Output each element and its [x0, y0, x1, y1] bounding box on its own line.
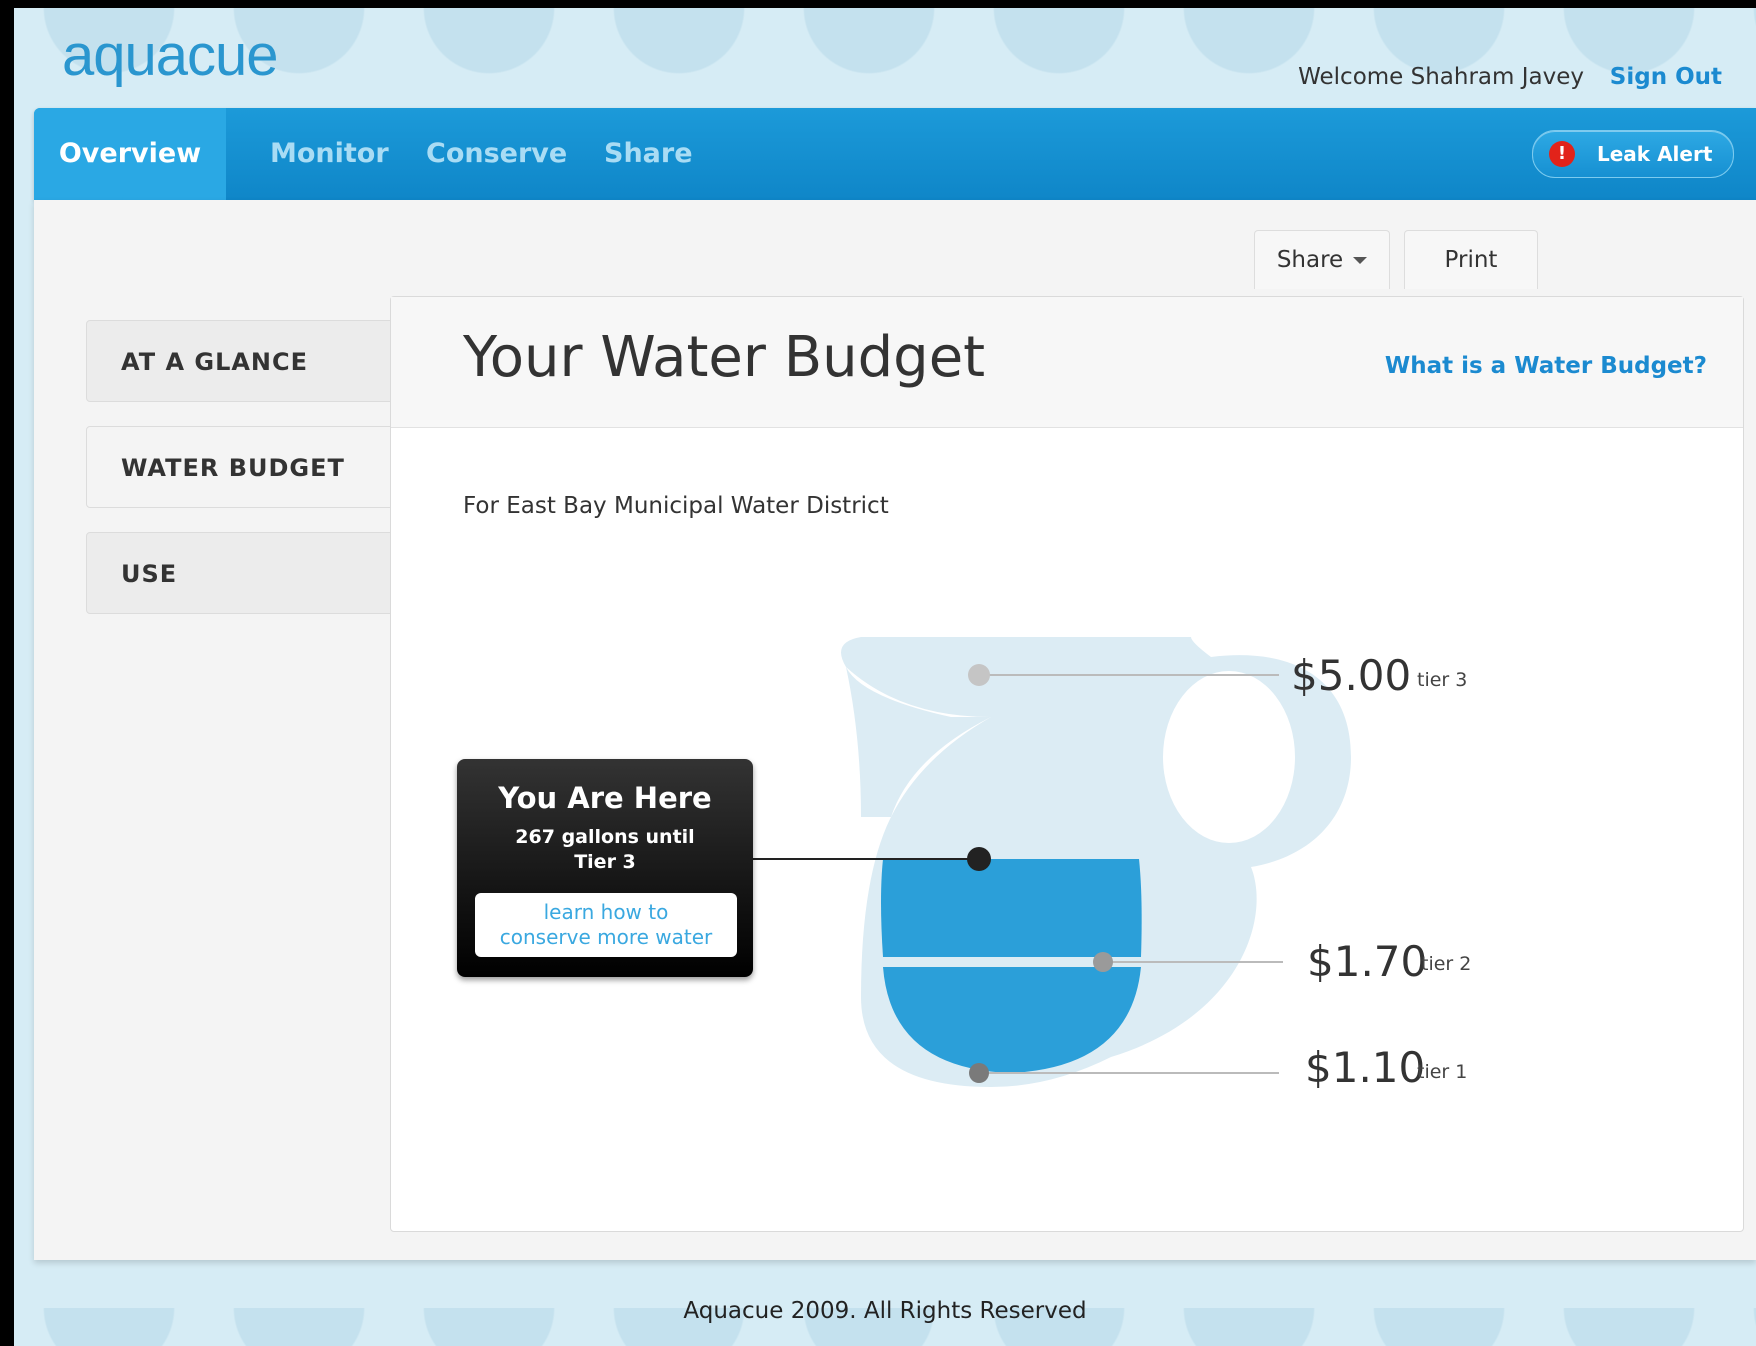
tier-2-label: tier 2: [1421, 953, 1472, 975]
tier-3-price: $5.00: [1291, 651, 1412, 700]
conserve-more-water-button[interactable]: learn how to conserve more water: [475, 893, 737, 957]
gallons-until-line1: 267 gallons until: [515, 826, 695, 848]
content-area: Share Print AT A GLANCE WATER BUDGET USE…: [34, 200, 1756, 1260]
tier-1-price: $1.10: [1305, 1043, 1426, 1092]
tier-3-marker: [968, 664, 990, 686]
you-are-here-marker: [967, 847, 991, 871]
tab-share[interactable]: Share: [604, 108, 693, 200]
conserve-button-line2: conserve more water: [499, 925, 713, 949]
jug-handle-hole: [1163, 671, 1295, 843]
tier-2-marker: [1093, 952, 1113, 972]
you-are-here-heading: You Are Here: [498, 781, 712, 815]
water-budget-panel: Your Water Budget What is a Water Budget…: [390, 296, 1744, 1232]
tab-overview-label: Overview: [58, 138, 202, 169]
tier-1-label: tier 1: [1417, 1061, 1468, 1083]
welcome-message: Welcome Shahram Javey: [1298, 64, 1584, 90]
chevron-down-icon: [1353, 257, 1368, 264]
tier-3-label: tier 3: [1417, 669, 1468, 691]
tab-conserve[interactable]: Conserve: [426, 108, 567, 200]
tier-1-marker: [969, 1063, 989, 1083]
tab-monitor[interactable]: Monitor: [270, 108, 389, 200]
conserve-button-line1: learn how to: [543, 900, 669, 924]
gallons-until-line2: Tier 3: [574, 851, 636, 873]
main-nav: Overview Monitor Conserve Share ! Leak A…: [34, 108, 1756, 212]
tier-2-price: $1.70: [1307, 937, 1428, 986]
sidebar-item-at-a-glance[interactable]: AT A GLANCE: [86, 320, 396, 402]
sign-out-link[interactable]: Sign Out: [1610, 64, 1722, 90]
sidebar-item-water-budget[interactable]: WATER BUDGET: [86, 426, 396, 508]
print-button[interactable]: Print: [1404, 230, 1538, 289]
water-level-tier-2: [881, 859, 1142, 957]
you-are-here-callout: You Are Here 267 gallons until Tier 3 le…: [457, 759, 753, 977]
leak-alert-button[interactable]: ! Leak Alert: [1532, 130, 1734, 178]
tab-overview[interactable]: Overview: [34, 108, 226, 212]
footer-copyright: Aquacue 2009. All Rights Reserved: [683, 1298, 1087, 1324]
alert-icon: !: [1549, 141, 1575, 167]
gallons-until-tier: 267 gallons until Tier 3: [457, 825, 753, 875]
share-button-label: Share: [1276, 247, 1344, 273]
sidebar-item-use[interactable]: USE: [86, 532, 396, 614]
page-background: aquacue Welcome Shahram Javey Sign Out O…: [14, 8, 1756, 1346]
aquacue-logo[interactable]: aquacue: [62, 22, 279, 89]
leak-alert-label: Leak Alert: [1597, 142, 1713, 166]
share-dropdown-button[interactable]: Share: [1254, 230, 1390, 289]
